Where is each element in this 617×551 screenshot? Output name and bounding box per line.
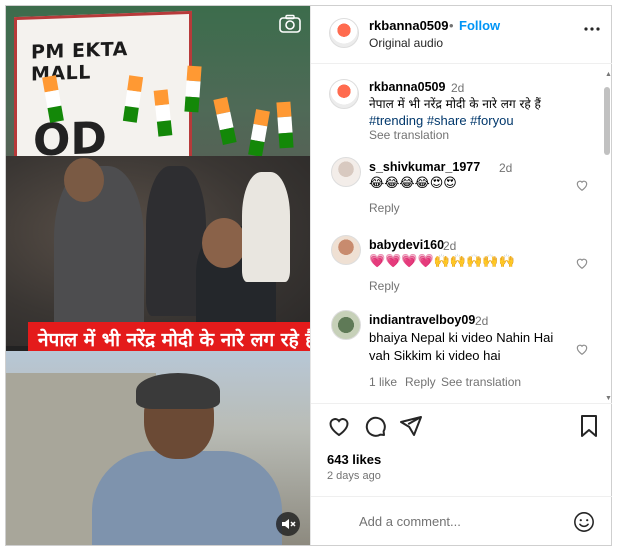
post-header: rkbanna0509 • Follow Original audio	[311, 6, 612, 64]
scrollbar-thumb[interactable]	[604, 87, 610, 155]
comment-icon[interactable]	[363, 414, 387, 438]
heart-icon[interactable]	[575, 256, 589, 270]
comment-text: 💗💗💗💗🙌🙌🙌🙌🙌	[369, 254, 515, 269]
video-scene-rally: PM EKTA MALL OD	[6, 6, 310, 346]
speaker-body	[92, 451, 282, 545]
caption-username[interactable]: rkbanna0509	[369, 80, 445, 94]
see-translation-link[interactable]: See translation	[369, 128, 449, 142]
scroll-up-arrow-icon[interactable]: ▲	[605, 71, 612, 78]
avatar[interactable]	[331, 235, 361, 265]
comment-time[interactable]: 2d	[475, 314, 488, 328]
comment-username[interactable]: indiantravelboy09	[369, 313, 475, 327]
heart-icon[interactable]	[575, 342, 589, 356]
avatar[interactable]	[329, 79, 359, 109]
comment-input[interactable]	[359, 509, 559, 533]
comment-likes[interactable]: 1 like	[369, 375, 397, 389]
person	[242, 172, 290, 282]
avatar[interactable]	[331, 157, 361, 187]
camera-icon	[278, 14, 302, 34]
reply-button[interactable]: Reply	[369, 279, 400, 293]
heart-icon[interactable]	[575, 178, 589, 192]
avatar[interactable]	[331, 310, 361, 340]
person-head	[202, 218, 246, 268]
comments-list[interactable]: rkbanna0509 2d नेपाल में भी नरेंद्र मोदी…	[311, 65, 612, 403]
more-options-icon[interactable]	[583, 20, 601, 43]
comment-time[interactable]: 2d	[443, 239, 456, 253]
video-scene-speaker	[6, 351, 310, 545]
post-author-username[interactable]: rkbanna0509	[369, 18, 449, 33]
flag	[276, 101, 294, 149]
speaker-cap	[136, 373, 220, 409]
reply-button[interactable]: Reply	[369, 201, 400, 215]
comment-text: bhaiya Nepal ki video Nahin Hai vah Sikk…	[369, 330, 554, 363]
likes-count[interactable]: 643 likes	[327, 452, 381, 467]
comment-composer	[311, 496, 612, 545]
see-translation-link[interactable]: See translation	[441, 375, 521, 389]
follow-button[interactable]: Follow	[459, 18, 500, 33]
comment-text: 😂😂😂😂😍😍	[369, 176, 457, 191]
bookmark-icon[interactable]	[577, 414, 601, 438]
share-icon[interactable]	[399, 414, 423, 438]
post-modal: PM EKTA MALL OD नेपाल में भी नरेंद्र मोद…	[5, 5, 612, 546]
comment-time[interactable]: 2d	[499, 161, 512, 175]
post-timestamp: 2 days ago	[327, 470, 381, 482]
avatar[interactable]	[329, 18, 359, 48]
post-actions: 643 likes 2 days ago	[311, 403, 612, 489]
caption-hashtags[interactable]: #trending #share #foryou	[369, 113, 514, 128]
heart-icon[interactable]	[327, 414, 351, 438]
flag	[184, 65, 202, 113]
flag	[213, 97, 237, 145]
scroll-down-arrow-icon[interactable]: ▼	[605, 395, 612, 402]
caption-text: नेपाल में भी नरेंद्र मोदी के नारे लग रहे…	[369, 97, 541, 111]
comment-username[interactable]: s_shivkumar_1977	[369, 160, 480, 174]
muted-speaker-icon[interactable]	[276, 512, 300, 536]
crowd	[6, 156, 310, 346]
caption-time[interactable]: 2d	[451, 81, 464, 95]
comment-username[interactable]: babydevi160	[369, 238, 444, 252]
post-video[interactable]: PM EKTA MALL OD नेपाल में भी नरेंद्र मोद…	[6, 6, 310, 545]
audio-label[interactable]: Original audio	[369, 36, 443, 50]
reply-button[interactable]: Reply	[405, 375, 436, 389]
emoji-icon[interactable]	[573, 511, 595, 533]
flag	[248, 109, 270, 157]
separator-dot: •	[449, 18, 454, 33]
post-sidebar: rkbanna0509 • Follow Original audio rkba…	[310, 6, 612, 545]
person-head	[64, 158, 104, 202]
